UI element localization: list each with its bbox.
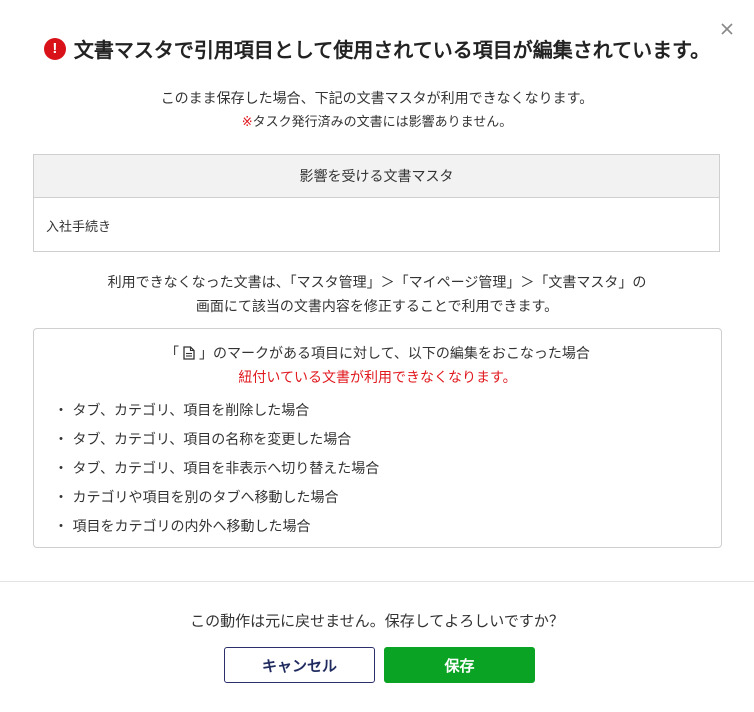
note-line: ※タスク発行済みの文書には影響ありません。 xyxy=(0,111,754,130)
confirm-text: この動作は元に戻せません。保存してよろしいですか？ xyxy=(190,612,564,630)
notice-heading-text: 」のマークがある項目に対して、以下の編集をおこなった場合 xyxy=(199,346,590,362)
notice-box: 「 」のマークがある項目に対して、以下の編集をおこなった場合 紐付いている文書が… xyxy=(33,328,722,548)
info-line-1: 利用できなくなった文書は、「マスタ管理」＞「マイページ管理」＞「文書マスタ」の xyxy=(107,275,647,291)
info-line-2: 画面にて該当の文書内容を修正することで利用できます。 xyxy=(195,299,559,315)
footer-divider xyxy=(0,581,754,582)
list-item: ・ タブ、カテゴリ、項目を非表示へ切り替えた場合 xyxy=(54,461,380,477)
table-row: 入社手続き xyxy=(46,219,112,235)
document-icon xyxy=(183,346,195,360)
alert-icon: ! xyxy=(43,37,66,60)
list-item: ・ カテゴリや項目を別のタブへ移動した場合 xyxy=(54,490,339,506)
note-text: タスク発行済みの文書には影響ありません。 xyxy=(252,115,513,130)
cancel-button[interactable]: キャンセル xyxy=(224,647,375,683)
save-button[interactable]: 保存 xyxy=(384,647,535,683)
list-item: ・ タブ、カテゴリ、項目の名称を変更した場合 xyxy=(54,432,352,448)
notice-list: ・ タブ、カテゴリ、項目を削除した場合 ・ タブ、カテゴリ、項目の名称を変更した… xyxy=(54,401,379,546)
list-item: ・ タブ、カテゴリ、項目を削除した場合 xyxy=(54,403,310,419)
warning-dialog: ! 文書マスタで引用項目として使用されている項目が編集されています。 このまま保… xyxy=(0,0,754,712)
notice-heading: 「 」のマークがある項目に対して、以下の編集をおこなった場合 xyxy=(34,343,721,363)
list-item: ・ 項目をカテゴリの内外へ移動した場合 xyxy=(54,519,311,535)
dialog-header: ! 文書マスタで引用項目として使用されている項目が編集されています。 xyxy=(0,34,754,63)
notice-heading-open: 「 xyxy=(165,346,180,362)
dialog-title: 文書マスタで引用項目として使用されている項目が編集されています。 xyxy=(73,38,711,62)
notice-warning: 紐付いている文書が利用できなくなります。 xyxy=(238,370,517,386)
affected-masters-table: 影響を受ける文書マスタ 入社手続き xyxy=(33,154,720,252)
table-header: 影響を受ける文書マスタ xyxy=(34,155,719,198)
description-line: このまま保存した場合、下記の文書マスタが利用できなくなります。 xyxy=(160,91,594,107)
note-mark: ※ xyxy=(241,115,253,130)
